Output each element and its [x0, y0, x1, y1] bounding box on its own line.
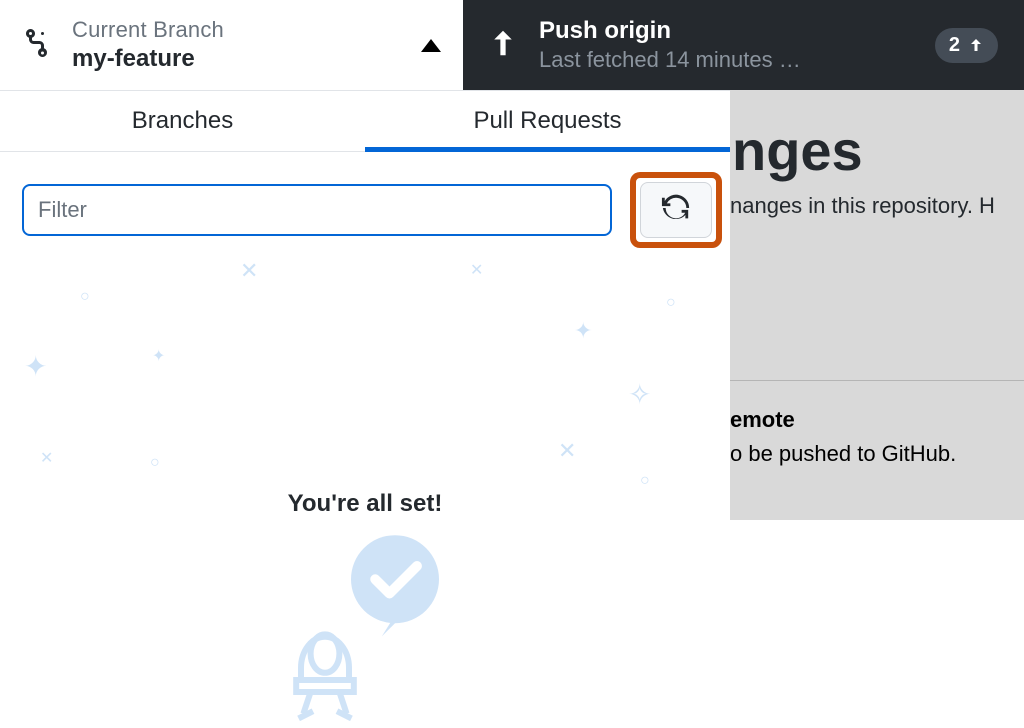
- push-arrow-icon: [489, 29, 517, 62]
- led-robot-icon: [275, 608, 375, 728]
- bg-remote-heading: emote: [730, 407, 1024, 433]
- tab-pull-requests-label: Pull Requests: [473, 107, 621, 135]
- refresh-highlight: [630, 172, 722, 248]
- push-count-badge: 2: [935, 28, 998, 63]
- dot-icon: ✕: [40, 448, 53, 468]
- filter-input[interactable]: [22, 184, 612, 236]
- sparkle-icon: ✧: [628, 378, 651, 411]
- sparkle-icon: ✕: [470, 260, 483, 280]
- current-branch-name: my-feature: [72, 45, 224, 73]
- tab-branches[interactable]: Branches: [0, 90, 365, 151]
- panel-tabs: Branches Pull Requests: [0, 90, 730, 152]
- dot-icon: ○: [666, 294, 676, 312]
- background-content: nges nanges in this repository. H emote …: [730, 90, 1024, 520]
- dot-icon: ○: [80, 288, 90, 306]
- tab-branches-label: Branches: [132, 107, 233, 135]
- sync-icon: [661, 193, 691, 228]
- push-subtitle: Last fetched 14 minutes …: [539, 47, 801, 73]
- refresh-button[interactable]: [640, 182, 712, 238]
- sparkle-icon: ✦: [574, 318, 592, 344]
- push-title: Push origin: [539, 17, 801, 45]
- current-branch-label: Current Branch: [72, 17, 224, 43]
- empty-title: You're all set!: [288, 490, 443, 518]
- bg-remote-line: o be pushed to GitHub.: [730, 441, 1024, 467]
- push-origin-button[interactable]: Push origin Last fetched 14 minutes … 2: [463, 0, 1024, 90]
- dot-icon: ○: [150, 454, 160, 472]
- bg-line1: nanges in this repository. H: [730, 193, 1024, 219]
- git-branch-icon: [22, 24, 54, 67]
- caret-up-icon: [421, 39, 441, 52]
- arrow-up-icon: [968, 37, 984, 53]
- current-branch-selector[interactable]: Current Branch my-feature: [0, 0, 463, 90]
- sparkle-icon: ✕: [558, 438, 576, 464]
- sparkle-icon: ✦: [24, 350, 47, 383]
- sparkle-icon: ✕: [240, 258, 258, 284]
- empty-state: ✕ ✕ ✦ ✦ ○ ✦ ○ ✧ ✕ ○ ✕ ○ You're all set!: [0, 248, 730, 518]
- sparkle-icon: ✦: [152, 346, 165, 366]
- bg-heading: nges: [732, 118, 1024, 183]
- push-count: 2: [949, 34, 960, 57]
- dot-icon: ○: [640, 472, 650, 490]
- tab-pull-requests[interactable]: Pull Requests: [365, 90, 730, 151]
